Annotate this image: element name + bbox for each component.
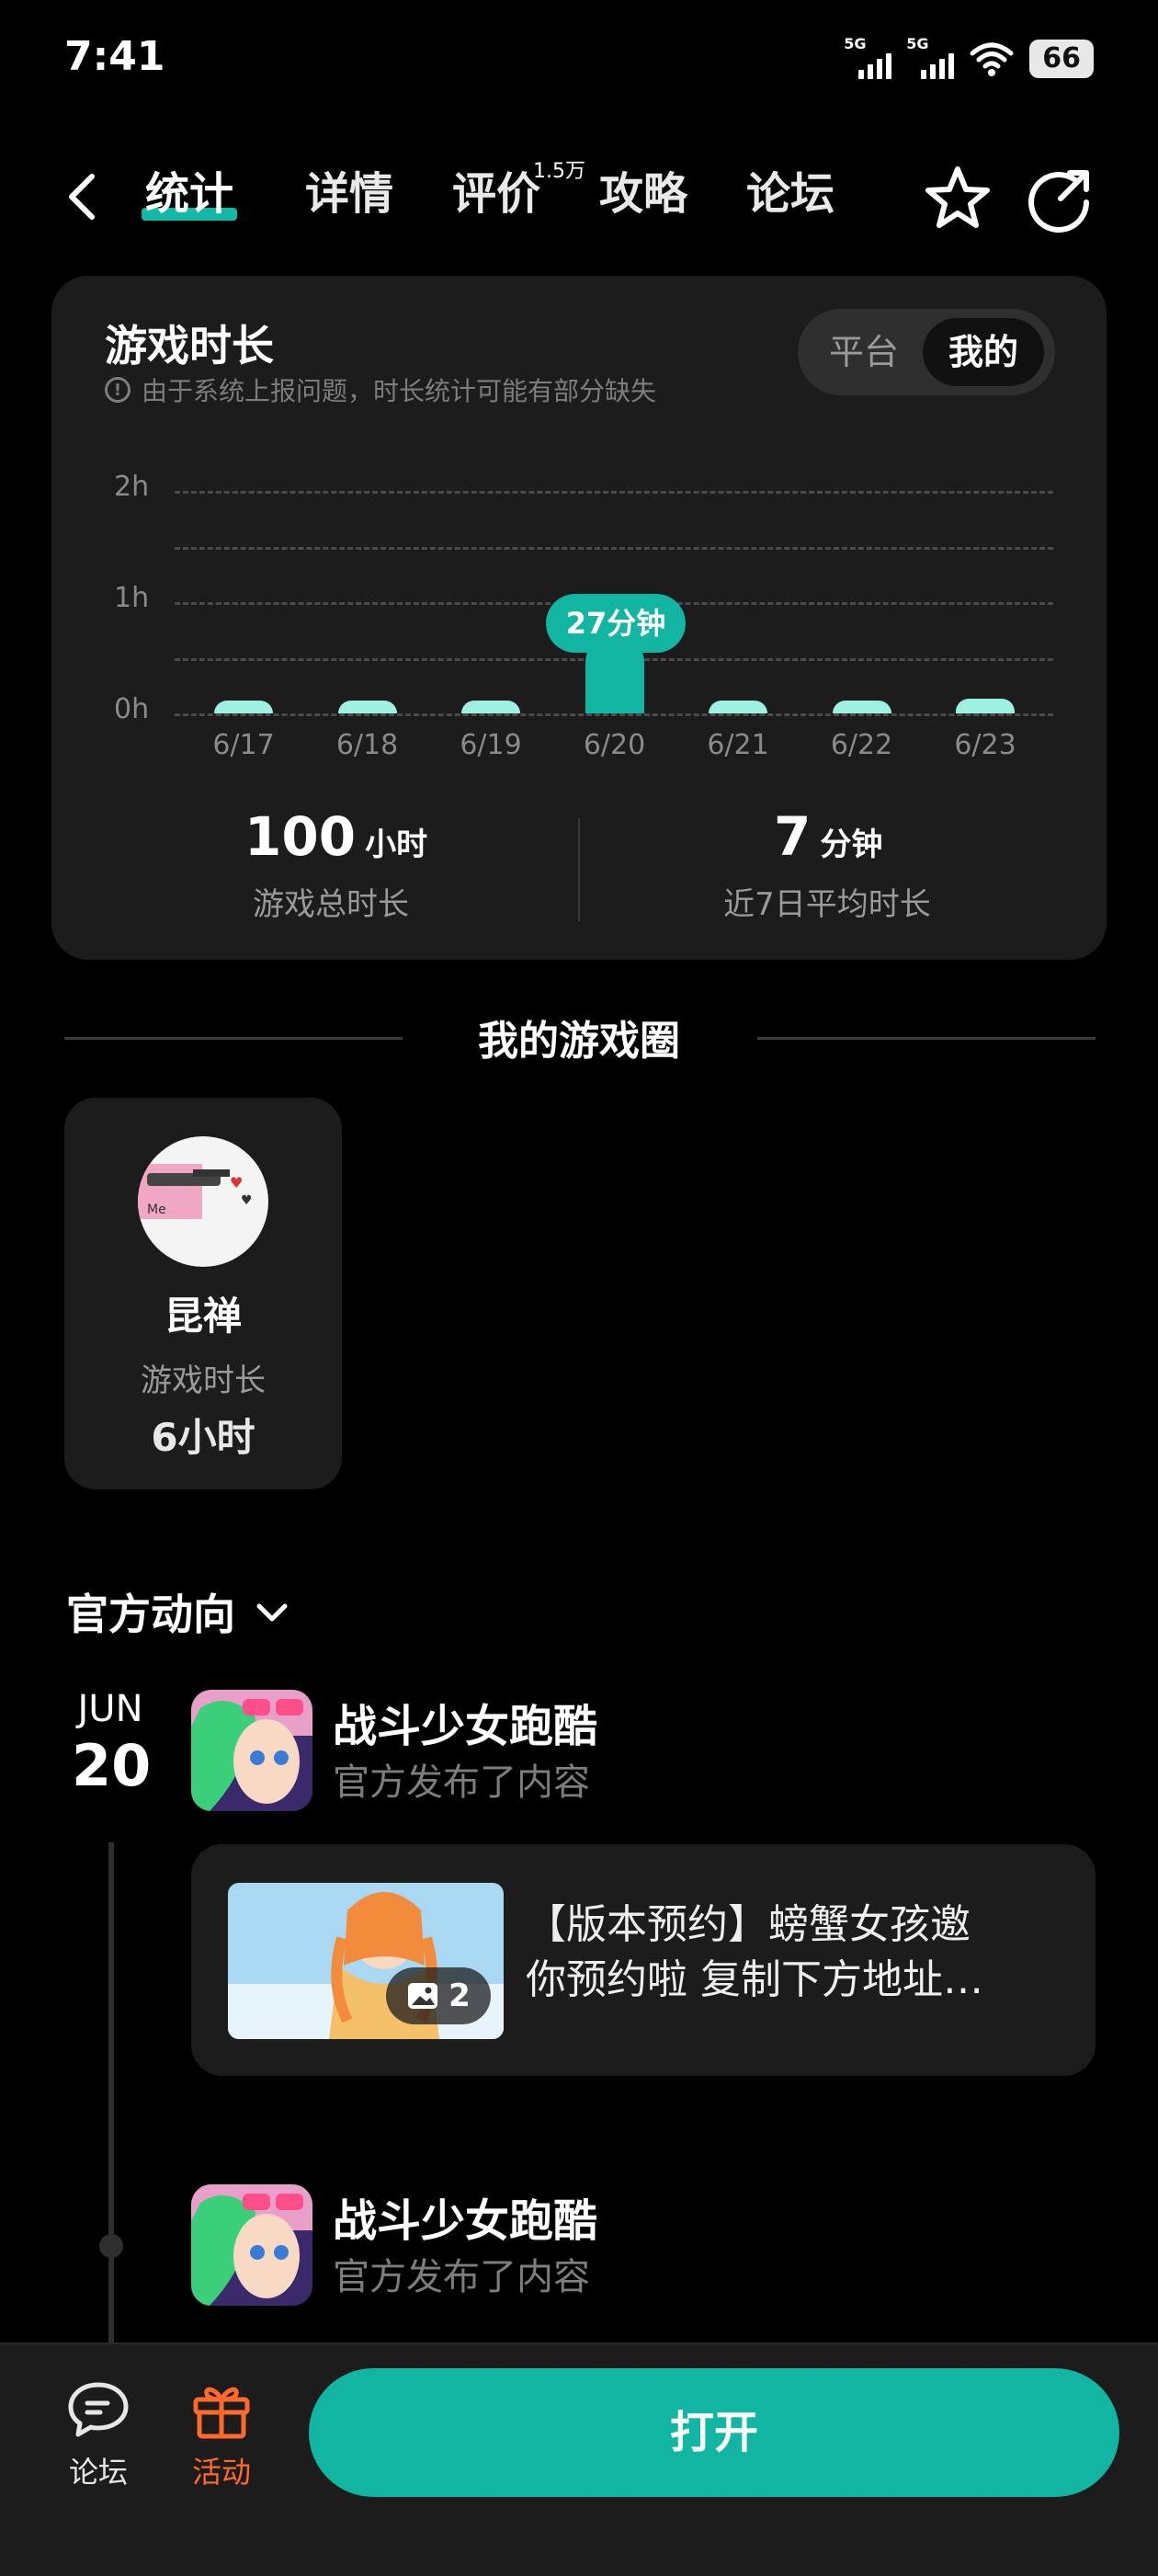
game-icon[interactable]: [191, 1690, 312, 1811]
status-time: 7:41: [64, 33, 165, 80]
open-button[interactable]: 打开: [309, 2368, 1119, 2497]
chart-y-tick: 1h: [114, 582, 150, 614]
chart-bar[interactable]: [214, 701, 273, 713]
tab-stats[interactable]: 统计: [141, 162, 238, 226]
chart-gridline: [175, 491, 1053, 494]
total-playtime-label: 游戏总时长: [253, 886, 409, 923]
image-count: 2: [448, 1978, 471, 2014]
signal-icon: 5G: [844, 35, 892, 79]
circle-meta-label: 游戏时长: [141, 1362, 266, 1399]
chart-bar[interactable]: [956, 698, 1015, 713]
game-icon[interactable]: [191, 2184, 312, 2306]
bottom-forum[interactable]: 论坛: [39, 2379, 158, 2491]
chart-bar[interactable]: [337, 701, 397, 713]
chart-x-tick: 6/23: [954, 729, 1016, 761]
chart-y-tick: 0h: [114, 693, 150, 725]
playtime-note: ! 由于系统上报问题，时长统计可能有部分缺失: [105, 371, 656, 408]
chart-bar[interactable]: [832, 701, 891, 713]
feed-action: 官方发布了内容: [333, 2256, 590, 2298]
svg-text:♥: ♥: [230, 1174, 243, 1191]
average-playtime-value: 7: [774, 805, 812, 868]
chart-x-tick: 6/21: [707, 729, 769, 761]
toggle-mine[interactable]: 我的: [923, 318, 1044, 386]
average-playtime: 7 分钟: [774, 805, 882, 868]
bottom-activity-label: 活动: [191, 2455, 251, 2490]
feed-game-title[interactable]: 战斗少女跑酷: [333, 1690, 597, 1754]
chart-gridline: [175, 713, 1053, 716]
total-playtime: 100 小时: [244, 805, 427, 868]
review-count-badge: 1.5万: [533, 160, 585, 183]
official-news-header[interactable]: 官方动向: [66, 1581, 290, 1642]
svg-text:Me: Me: [147, 1203, 166, 1217]
stat-divider: [578, 818, 580, 921]
chart-gridline: [175, 546, 1053, 550]
circle-meta-value: 6小时: [151, 1415, 255, 1460]
chart-x-tick: 6/20: [583, 729, 646, 761]
chart-x-tick: 6/18: [335, 729, 399, 761]
image-icon: [408, 1983, 438, 2009]
circle-avatar: Me ♥ ♥: [138, 1136, 268, 1267]
bottom-forum-label: 论坛: [68, 2455, 128, 2490]
average-playtime-label: 近7日平均时长: [723, 886, 931, 923]
playtime-title: 游戏时长: [105, 321, 274, 370]
scope-toggle[interactable]: 平台 我的: [798, 309, 1055, 395]
chart-bar[interactable]: [709, 701, 767, 713]
sim2-label: 5G: [906, 35, 929, 52]
toggle-platform[interactable]: 平台: [809, 318, 919, 386]
wifi-icon: [970, 42, 1014, 76]
share-icon[interactable]: [1024, 162, 1097, 235]
timeline-line: [108, 1842, 114, 2357]
chart-x-tick: 6/19: [460, 729, 522, 761]
tab-details[interactable]: 详情: [305, 162, 393, 226]
timeline-dot: [99, 2234, 123, 2258]
tab-reviews[interactable]: 评价: [452, 162, 540, 226]
playtime-note-text: 由于系统上报问题，时长统计可能有部分缺失: [142, 376, 657, 406]
official-news-title: 官方动向: [66, 1590, 235, 1639]
chart-y-tick: 2h: [114, 471, 150, 503]
svg-text:♥: ♥: [241, 1193, 253, 1208]
battery-indicator: 66: [1029, 40, 1094, 78]
section-divider: [64, 1037, 403, 1040]
circle-name: 昆禅: [164, 1294, 242, 1339]
sim1-label: 5G: [844, 35, 867, 52]
status-indicators: 5G 5G 66: [844, 35, 1094, 79]
chart-x-tick: 6/22: [830, 729, 893, 761]
tab-guides[interactable]: 攻略: [599, 162, 687, 226]
back-icon[interactable]: [64, 169, 101, 224]
gift-icon: [193, 2387, 250, 2439]
total-playtime-value: 100: [244, 805, 357, 868]
game-circle-title: 我的游戏圈: [478, 1018, 680, 1065]
tab-forum[interactable]: 论坛: [746, 162, 834, 226]
date-month: JUN: [77, 1688, 143, 1730]
chart-x-tick: 6/17: [212, 729, 275, 761]
total-playtime-unit: 小时: [365, 826, 428, 863]
feed-action: 官方发布了内容: [333, 1761, 590, 1804]
forum-icon: [68, 2382, 129, 2437]
feed-game-title[interactable]: 战斗少女跑酷: [333, 2184, 597, 2249]
post-text-line2: 你预约啦 复制下方地址…: [526, 1956, 983, 2003]
star-icon[interactable]: [921, 162, 994, 235]
signal-icon: 5G: [906, 35, 955, 79]
average-playtime-unit: 分钟: [820, 826, 883, 863]
info-icon: !: [105, 377, 131, 403]
section-divider: [757, 1037, 1096, 1040]
date-day: 20: [72, 1732, 152, 1799]
post-text-line1: 【版本预约】螃蟹女孩邀: [526, 1901, 971, 1948]
bottom-activity[interactable]: 活动: [162, 2379, 281, 2491]
post-text[interactable]: 【版本预约】螃蟹女孩邀 你预约啦 复制下方地址…: [526, 1898, 1077, 2008]
bar-tooltip: 27分钟: [546, 594, 686, 653]
chart-bar[interactable]: [461, 701, 520, 713]
image-count-badge: 2: [386, 1967, 491, 2024]
chevron-down-icon: [256, 1603, 288, 1622]
